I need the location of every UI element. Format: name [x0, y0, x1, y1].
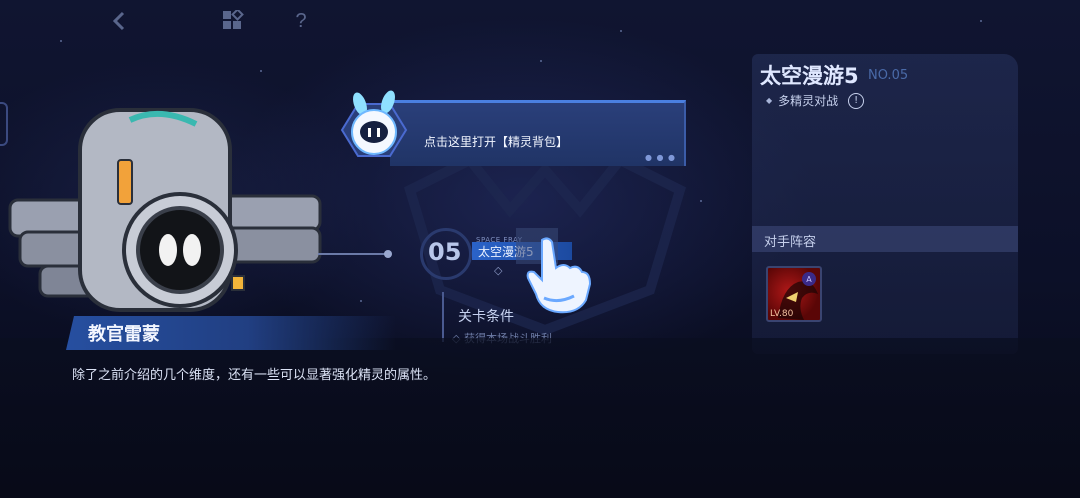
guide-tooltip[interactable]: 点击这里打开【精灵背包】 ● ● ● [390, 100, 686, 166]
speaker-name: 教官雷蒙 [88, 324, 160, 345]
back-button[interactable] [104, 6, 134, 36]
tooltip-text: 点击这里打开【精灵背包】 [424, 135, 569, 149]
star [360, 300, 362, 302]
stage-node-number: 05 [428, 238, 462, 266]
stage-title: 太空漫游5 [760, 64, 859, 88]
diamond-icon: ◆ [766, 96, 773, 105]
opponent-level: LV.80 [770, 309, 794, 319]
battle-mode-label: 多精灵对战 [778, 94, 839, 108]
grid-icon [223, 10, 244, 29]
top-bar: ? [0, 0, 400, 42]
pointer-hand-icon [516, 228, 592, 314]
star [700, 200, 702, 202]
instructor-robot [8, 108, 322, 312]
help-button[interactable]: ? [286, 6, 316, 36]
star [980, 20, 982, 22]
diamond-icon: ◇ [494, 264, 503, 277]
stage-number: NO.05 [868, 68, 909, 83]
battle-mode: ◆ 多精灵对战 ! [766, 92, 865, 109]
star [620, 30, 622, 32]
star [260, 70, 262, 72]
stage-info-panel: 太空漫游5 NO.05 ◆ 多精灵对战 ! 对手阵容 A LV.80 [752, 54, 1018, 354]
path-dot [384, 250, 392, 258]
opponent-header: 对手阵容 [752, 226, 1018, 252]
help-label: ? [295, 9, 307, 32]
rank-badge: A [802, 272, 816, 286]
dialog-box[interactable] [0, 338, 1080, 498]
chevron-left-icon [112, 11, 125, 31]
dialog-text: 除了之前介绍的几个维度，还有一些可以显著强化精灵的属性。 [72, 368, 437, 383]
menu-button[interactable] [218, 6, 248, 36]
info-icon[interactable]: ! [848, 92, 865, 109]
opponent-card[interactable]: A LV.80 [766, 266, 822, 322]
path-line [318, 253, 388, 255]
star [540, 60, 542, 62]
info-label: ! [854, 95, 859, 106]
tooltip-dots: ● ● ● [644, 153, 676, 162]
guide-mascot [340, 90, 408, 157]
